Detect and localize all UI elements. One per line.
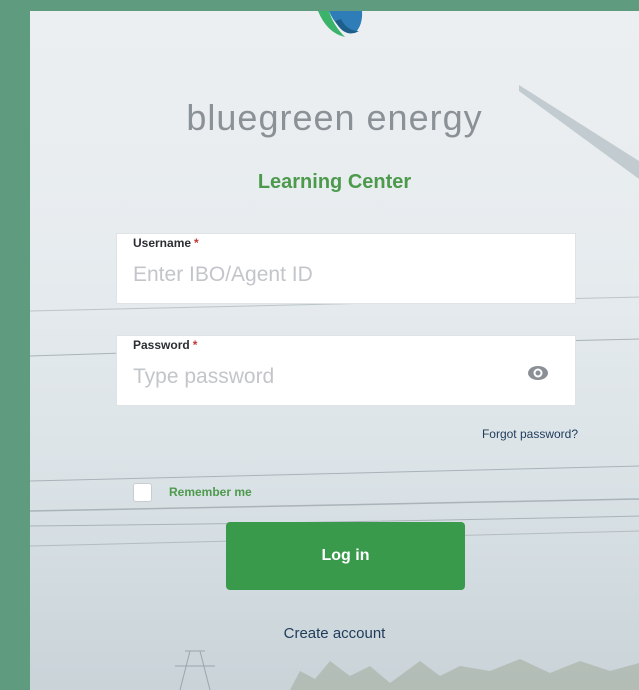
password-label-text: Password: [133, 338, 190, 352]
bluegreen-logo-icon: [318, 11, 363, 37]
brand-name: bluegreen energy: [186, 97, 483, 138]
username-label: Username *: [133, 236, 199, 250]
username-label-text: Username: [133, 236, 192, 250]
password-input[interactable]: [133, 362, 533, 392]
power-line: [30, 498, 639, 512]
treeline: [290, 659, 639, 690]
password-field[interactable]: Password *: [116, 335, 576, 406]
username-field[interactable]: Username *: [116, 233, 576, 304]
username-input[interactable]: [133, 260, 533, 290]
remember-me-checkbox[interactable]: [133, 483, 152, 502]
required-mark: *: [192, 338, 198, 352]
power-line: [30, 465, 639, 482]
password-label: Password *: [133, 338, 197, 352]
forgot-password-link[interactable]: Forgot password?: [482, 427, 578, 441]
login-button[interactable]: Log in: [226, 522, 465, 590]
create-account-link[interactable]: Create account: [30, 625, 639, 642]
eye-icon[interactable]: [527, 365, 549, 381]
login-panel: bluegreen energy Learning Center Usernam…: [30, 11, 639, 690]
remember-me-label[interactable]: Remember me: [169, 485, 252, 499]
required-mark: *: [194, 236, 199, 250]
transmission-tower: [175, 650, 215, 690]
page-subtitle: Learning Center: [257, 171, 412, 193]
